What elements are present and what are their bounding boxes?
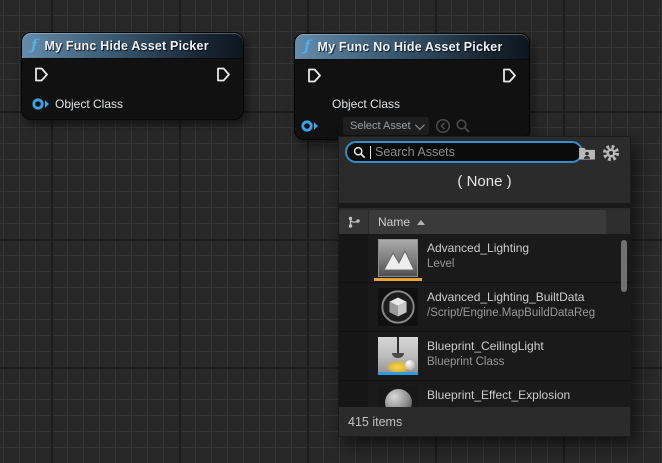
select-asset-label: Select Asset xyxy=(350,120,411,132)
asset-row-advanced-lighting-builtdata[interactable]: Advanced_Lighting_BuiltData /Script/Engi… xyxy=(339,283,630,332)
zoom-to-asset-icon[interactable] xyxy=(455,118,471,134)
asset-list[interactable]: Advanced_Lighting Level Advanced_Lightin… xyxy=(339,234,630,409)
node-title-bar[interactable]: ƒ My Func Hide Asset Picker xyxy=(22,33,243,59)
ceiling-light-thumbnail-icon xyxy=(378,337,418,375)
select-asset-dropdown[interactable]: Select Asset xyxy=(343,117,429,135)
browse-to-asset-icon[interactable] xyxy=(578,144,596,162)
asset-row-blueprint-ceilinglight[interactable]: Blueprint_CeilingLight Blueprint Class xyxy=(339,332,630,381)
search-assets-input[interactable] xyxy=(375,145,575,159)
explosion-thumbnail-icon xyxy=(378,386,418,409)
text-caret xyxy=(370,146,371,159)
builtdata-thumbnail-icon xyxy=(378,288,418,326)
object-class-pin[interactable] xyxy=(300,119,320,133)
object-class-pin[interactable] xyxy=(31,97,51,111)
asset-type: Blueprint Class xyxy=(427,356,504,368)
blueprint-color-strip xyxy=(378,372,418,375)
level-color-strip xyxy=(374,278,422,281)
item-count-footer: 415 items xyxy=(339,407,630,436)
asset-type: Level xyxy=(427,258,455,270)
asset-type: /Script/Engine.MapBuildDataReg xyxy=(427,307,595,319)
settings-gear-icon[interactable] xyxy=(602,144,620,162)
exec-input-pin[interactable] xyxy=(33,66,50,83)
node-my-func-no-hide-asset-picker[interactable]: ƒ My Func No Hide Asset Picker Object Cl… xyxy=(294,33,530,140)
asset-title: Blueprint_Effect_Explosion xyxy=(427,388,570,402)
current-asset-value: ( None ) xyxy=(339,173,630,190)
level-thumbnail-icon xyxy=(378,239,418,277)
source-control-column-header[interactable] xyxy=(339,210,368,234)
asset-title: Advanced_Lighting_BuiltData xyxy=(427,290,584,304)
search-box[interactable] xyxy=(345,141,583,163)
name-column-header[interactable]: Name xyxy=(369,210,606,234)
asset-row-advanced-lighting[interactable]: Advanced_Lighting Level xyxy=(339,234,630,283)
node-title-bar[interactable]: ƒ My Func No Hide Asset Picker xyxy=(295,34,529,60)
list-header: Name xyxy=(339,210,630,234)
list-scrollbar-thumb[interactable] xyxy=(621,240,627,292)
source-control-icon xyxy=(347,215,361,229)
object-class-label: Object Class xyxy=(332,97,400,111)
blueprint-graph-canvas[interactable]: ƒ My Func Hide Asset Picker Object Class… xyxy=(0,0,662,463)
function-icon: ƒ xyxy=(304,39,310,54)
asset-title: Advanced_Lighting xyxy=(427,241,529,255)
exec-output-pin[interactable] xyxy=(501,67,518,84)
search-icon xyxy=(353,146,366,159)
history-back-icon[interactable] xyxy=(435,118,451,134)
divider xyxy=(339,203,630,208)
object-class-label: Object Class xyxy=(55,97,123,111)
header-scroll-gutter xyxy=(606,210,630,234)
node-title: My Func Hide Asset Picker xyxy=(44,39,208,53)
node-title: My Func No Hide Asset Picker xyxy=(317,40,502,54)
node-my-func-hide-asset-picker[interactable]: ƒ My Func Hide Asset Picker Object Class xyxy=(21,32,244,120)
chevron-down-icon xyxy=(415,120,425,130)
exec-output-pin[interactable] xyxy=(215,66,232,83)
name-column-label: Name xyxy=(378,215,410,229)
sort-ascending-icon xyxy=(417,220,425,225)
function-icon: ƒ xyxy=(31,38,37,53)
asset-row-blueprint-effect-explosion[interactable]: Blueprint_Effect_Explosion xyxy=(339,381,630,409)
asset-title: Blueprint_CeilingLight xyxy=(427,339,544,353)
exec-input-pin[interactable] xyxy=(306,67,323,84)
item-count-label: 415 items xyxy=(348,415,402,429)
asset-picker-popup: ( None ) Name xyxy=(338,136,631,437)
